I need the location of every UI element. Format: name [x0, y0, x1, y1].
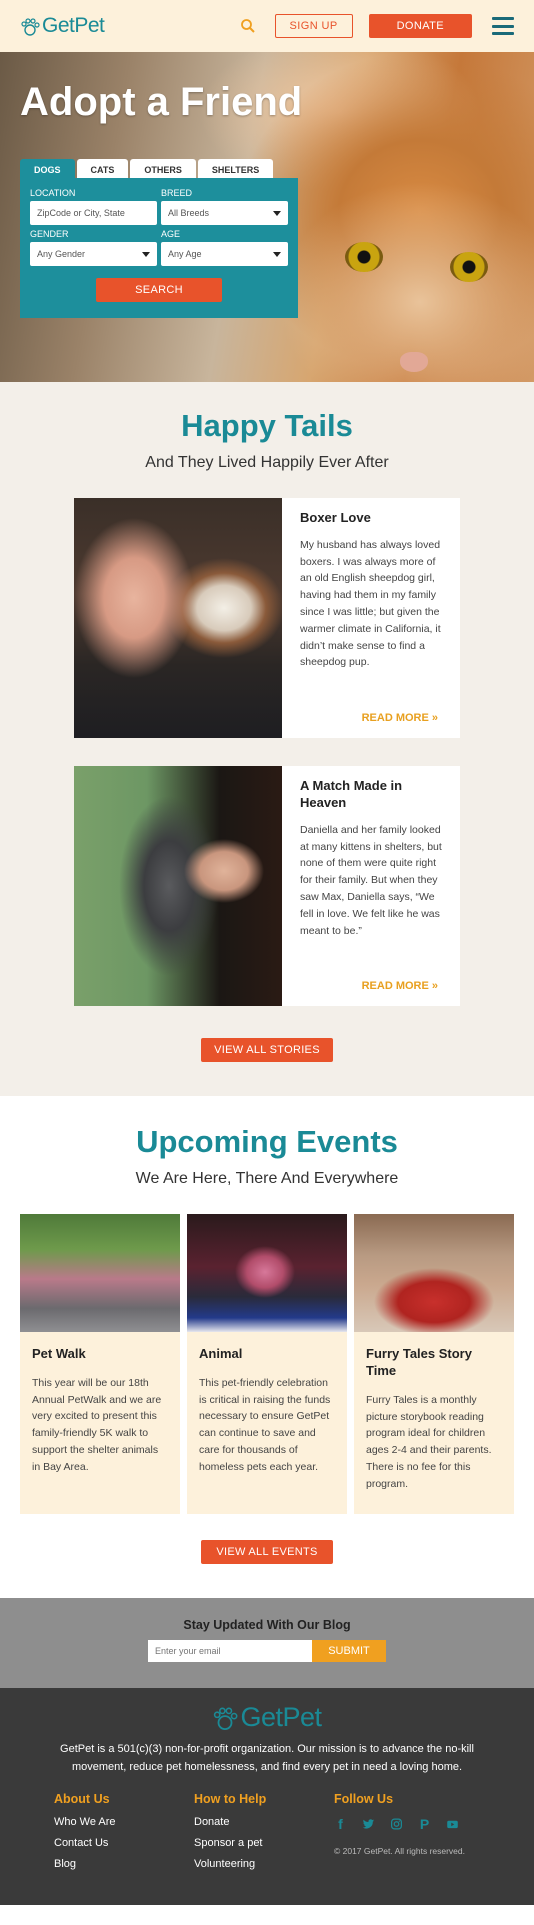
event-text: This pet-friendly celebration is critica…	[199, 1376, 331, 1473]
read-more-link[interactable]: READ MORE »	[362, 712, 438, 724]
chevron-down-icon	[273, 251, 281, 257]
chevron-down-icon	[142, 251, 150, 257]
location-label: LOCATION	[30, 188, 76, 198]
event-text: Furry Tales is a monthly picture storybo…	[366, 1393, 492, 1490]
hero-banner: Adopt a Friend DOGS CATS OTHERS SHELTERS…	[0, 52, 534, 382]
search-icon[interactable]	[239, 17, 257, 35]
happy-tails-title: Happy Tails	[181, 408, 353, 443]
footer-link-who-we-are[interactable]: Who We Are	[54, 1816, 194, 1828]
event-card: Pet Walk This year will be our 18th Annu…	[20, 1214, 180, 1514]
event-card: Animal This pet-friendly celebration is …	[187, 1214, 347, 1514]
footer-help-column: How to Help Donate Sponsor a pet Volunte…	[194, 1792, 334, 1879]
donate-button[interactable]: DONATE	[368, 14, 472, 38]
twitter-icon[interactable]	[362, 1816, 375, 1832]
blog-title: Stay Updated With Our Blog	[183, 1618, 351, 1632]
event-photo-petwalk	[20, 1214, 180, 1332]
gender-label: GENDER	[30, 229, 69, 239]
email-field[interactable]	[148, 1640, 312, 1662]
event-photo-furry-tales	[354, 1214, 514, 1332]
footer-logo-text: GetPet	[240, 1702, 322, 1732]
footer-logo[interactable]: GetPet	[0, 1702, 534, 1733]
upcoming-events-section: Upcoming Events We Are Here, There And E…	[0, 1096, 534, 1598]
hero-cat-image	[345, 242, 383, 272]
footer-link-volunteering[interactable]: Volunteering	[194, 1858, 334, 1870]
logo-text: GetPet	[42, 14, 105, 37]
chevron-down-icon	[273, 210, 281, 216]
footer-follow-column: Follow Us f P © 2017 GetPet. All rights …	[334, 1792, 474, 1879]
blog-subscribe-section: Stay Updated With Our Blog SUBMIT	[0, 1598, 534, 1688]
facebook-icon[interactable]: f	[334, 1816, 347, 1832]
event-title: Animal	[199, 1346, 243, 1361]
search-button[interactable]: SEARCH	[96, 278, 222, 302]
instagram-icon[interactable]	[390, 1816, 403, 1832]
logo[interactable]: GetPet	[20, 14, 105, 38]
story-title: A Match Made in Heaven	[300, 778, 403, 810]
pet-search-panel: LOCATION ZipCode or City, State BREED Al…	[20, 178, 298, 318]
hero-title: Adopt a Friend	[20, 80, 303, 124]
signup-button[interactable]: SIGN UP	[274, 14, 353, 38]
story-card: Boxer Love My husband has always loved b…	[74, 498, 460, 738]
story-text: Daniella and her family looked at many k…	[300, 823, 442, 937]
story-photo-boxer	[74, 498, 282, 738]
story-card: A Match Made in Heaven Daniella and her …	[74, 766, 460, 1006]
help-heading: How to Help	[194, 1792, 267, 1807]
footer-link-blog[interactable]: Blog	[54, 1858, 194, 1870]
gender-select[interactable]: Any Gender	[30, 242, 157, 266]
follow-heading: Follow Us	[334, 1792, 394, 1807]
happy-tails-section: Happy Tails And They Lived Happily Ever …	[0, 382, 534, 1096]
age-label: AGE	[161, 229, 181, 239]
submit-button[interactable]: SUBMIT	[312, 1640, 386, 1662]
footer-about-column: About Us Who We Are Contact Us Blog	[54, 1792, 194, 1879]
story-text: My husband has always loved boxers. I wa…	[300, 538, 441, 669]
event-text: This year will be our 18th Annual PetWal…	[32, 1376, 162, 1473]
site-footer: GetPet GetPet is a 501(c)(3) non-for-pro…	[0, 1688, 534, 1905]
pinterest-icon[interactable]: P	[418, 1816, 431, 1832]
read-more-link[interactable]: READ MORE »	[362, 980, 438, 992]
paw-logo-icon	[21, 18, 40, 36]
happy-tails-subtitle: And They Lived Happily Ever After	[145, 454, 389, 471]
events-subtitle: We Are Here, There And Everywhere	[135, 1170, 399, 1187]
age-select[interactable]: Any Age	[161, 242, 288, 266]
youtube-icon[interactable]	[446, 1816, 459, 1832]
footer-link-donate[interactable]: Donate	[194, 1816, 334, 1828]
about-heading: About Us	[54, 1792, 110, 1807]
copyright-text: © 2017 GetPet. All rights reserved.	[334, 1846, 465, 1857]
hamburger-menu-icon[interactable]	[492, 17, 514, 35]
footer-link-contact-us[interactable]: Contact Us	[54, 1837, 194, 1849]
events-title: Upcoming Events	[136, 1124, 398, 1159]
footer-link-sponsor[interactable]: Sponsor a pet	[194, 1837, 334, 1849]
breed-label: BREED	[161, 188, 193, 198]
location-input[interactable]: ZipCode or City, State	[30, 201, 157, 225]
site-header: GetPet SIGN UP DONATE	[0, 0, 534, 52]
paw-logo-icon	[214, 1707, 238, 1731]
breed-select[interactable]: All Breeds	[161, 201, 288, 225]
view-all-stories-button[interactable]: VIEW ALL STORIES	[201, 1038, 333, 1062]
event-card: Furry Tales Story Time Furry Tales is a …	[354, 1214, 514, 1514]
view-all-events-button[interactable]: VIEW ALL EVENTS	[201, 1540, 333, 1564]
story-title: Boxer Love	[300, 510, 371, 525]
mission-statement: GetPet is a 501(c)(3) non-for-profit org…	[60, 1743, 474, 1773]
story-photo-cat	[74, 766, 282, 1006]
event-title: Pet Walk	[32, 1346, 86, 1361]
event-title: Furry Tales Story Time	[366, 1346, 472, 1378]
event-photo-animal	[187, 1214, 347, 1332]
